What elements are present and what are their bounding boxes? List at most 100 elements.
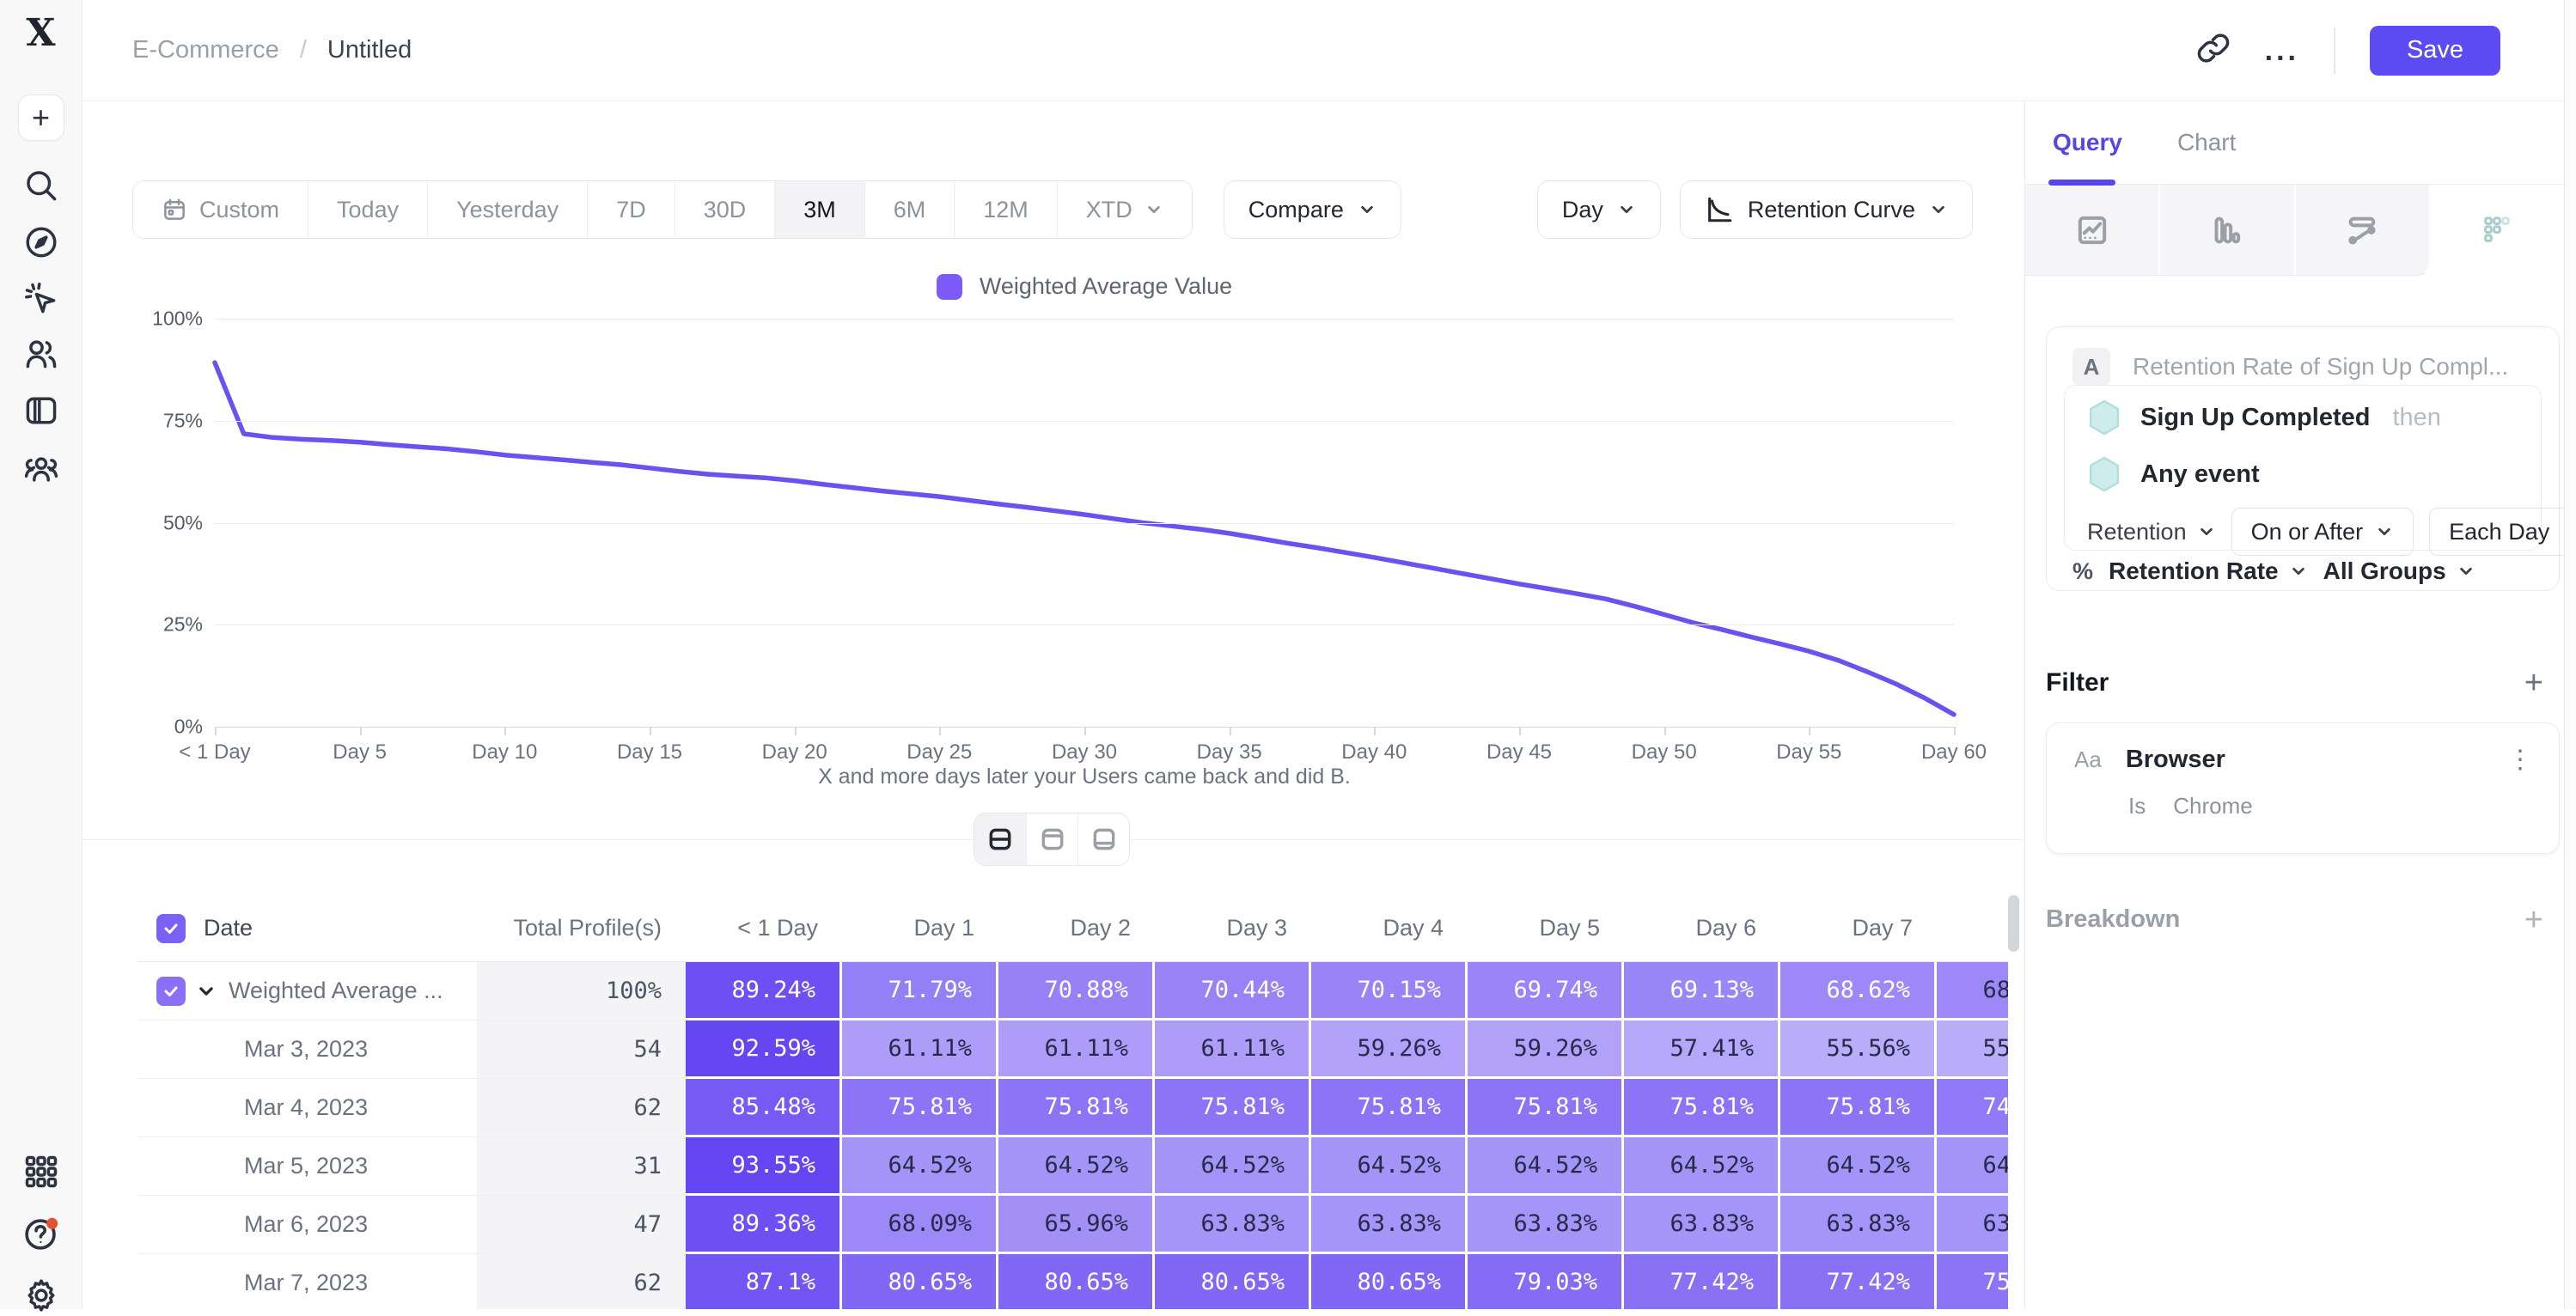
add-breakdown-button[interactable]: + (2524, 907, 2543, 933)
tab-chart[interactable]: Chart (2177, 129, 2236, 156)
retention-grid-icon[interactable] (2431, 185, 2564, 276)
retention-cell[interactable]: 63.83% (1937, 1196, 2008, 1254)
retention-cell[interactable]: 80.65% (998, 1254, 1155, 1309)
table-scrollbar[interactable] (2008, 895, 2019, 952)
filter-property[interactable]: Browser (2126, 746, 2225, 774)
range-custom[interactable]: Custom (133, 181, 308, 238)
filter-operator[interactable]: Is (2128, 793, 2146, 819)
retention-cell[interactable]: 64.52% (842, 1137, 998, 1196)
filter-value[interactable]: Chrome (2173, 793, 2252, 819)
reports-panel-icon[interactable] (21, 390, 62, 431)
timing-dropdown[interactable]: On or After (2231, 508, 2414, 556)
row-checkbox[interactable] (156, 977, 186, 1006)
retention-cell[interactable]: 55.56% (1780, 1021, 1937, 1079)
retention-cell[interactable]: 79.03% (1468, 1254, 1624, 1309)
retention-cell[interactable]: 64.52% (998, 1137, 1155, 1196)
retention-cell[interactable]: 64.52% (1937, 1137, 2008, 1196)
retention-cell[interactable]: 70.15% (1311, 962, 1468, 1021)
query-title[interactable]: Retention Rate of Sign Up Compl... (2133, 353, 2508, 381)
retention-cell[interactable]: 87.1% (686, 1254, 842, 1309)
retention-cell[interactable]: 70.88% (998, 962, 1155, 1021)
retention-cell[interactable]: 64.52% (1780, 1137, 1937, 1196)
breadcrumb-workspace[interactable]: E-Commerce (132, 36, 279, 64)
chart-only-view-button[interactable] (1026, 813, 1077, 865)
split-view-button[interactable] (974, 813, 1026, 865)
retention-cell[interactable]: 68.09% (842, 1196, 998, 1254)
search-icon[interactable] (21, 165, 62, 206)
window-scrollbar[interactable] (2564, 0, 2576, 1309)
select-all-checkbox[interactable] (156, 914, 186, 943)
range-today[interactable]: Today (308, 181, 427, 238)
retention-cell[interactable]: 64.52% (1468, 1137, 1624, 1196)
retention-cell[interactable]: 77.42% (1624, 1254, 1780, 1309)
retention-cell[interactable]: 63.83% (1780, 1196, 1937, 1254)
retention-cell[interactable]: 64.52% (1311, 1137, 1468, 1196)
retention-cell[interactable]: 69.74% (1468, 962, 1624, 1021)
retention-cell[interactable]: 75.81% (1155, 1079, 1311, 1137)
retention-cell[interactable]: 75.81% (1937, 1254, 2008, 1309)
more-menu-icon[interactable]: ... (2265, 42, 2299, 59)
column-header[interactable]: Day 6 (1624, 895, 1780, 962)
retention-cell[interactable]: 61.11% (842, 1021, 998, 1079)
column-header[interactable]: Day 7 (1780, 895, 1937, 962)
breadcrumb-report-name[interactable]: Untitled (327, 36, 412, 64)
retention-mode-dropdown[interactable]: Retention (2087, 519, 2216, 545)
query-step-2[interactable]: Any event (2065, 449, 2541, 499)
table-row[interactable]: Mar 6, 20234789.36%68.09%65.96%63.83%63.… (137, 1196, 2008, 1254)
retention-cell[interactable]: 64.52% (1155, 1137, 1311, 1196)
chart-type-button[interactable]: Retention Curve (1680, 180, 1973, 239)
line-chart-icon[interactable] (2025, 185, 2160, 276)
retention-cell[interactable]: 80.65% (842, 1254, 998, 1309)
retention-cell[interactable]: 63.83% (1468, 1196, 1624, 1254)
retention-cell[interactable]: 74.19% (1937, 1079, 2008, 1137)
column-header[interactable]: Day 5 (1468, 895, 1624, 962)
filter-card[interactable]: Aa Browser ⋮ Is Chrome (2046, 722, 2560, 854)
retention-cell[interactable]: 59.26% (1468, 1021, 1624, 1079)
retention-cell[interactable]: 68.62% (1780, 962, 1937, 1021)
retention-cell[interactable]: 77.42% (1780, 1254, 1937, 1309)
add-filter-button[interactable]: + (2524, 670, 2543, 696)
range-12m[interactable]: 12M (954, 181, 1057, 238)
retention-cell[interactable]: 61.11% (998, 1021, 1155, 1079)
retention-cell[interactable]: 71.79% (842, 962, 998, 1021)
events-click-icon[interactable] (21, 278, 62, 320)
flow-chart-icon[interactable] (2296, 185, 2431, 276)
range-6m[interactable]: 6M (864, 181, 955, 238)
retention-cell[interactable]: 75.81% (1468, 1079, 1624, 1137)
retention-cell[interactable]: 89.24% (686, 962, 842, 1021)
column-header[interactable]: Day 2 (998, 895, 1155, 962)
new-report-button[interactable]: + (18, 94, 64, 141)
retention-cell[interactable]: 80.65% (1311, 1254, 1468, 1309)
range-yesterday[interactable]: Yesterday (427, 181, 587, 238)
query-step-1[interactable]: Sign Up Completed then (2065, 393, 2541, 442)
filter-kebab-menu-icon[interactable]: ⋮ (2507, 754, 2533, 766)
groups-dropdown[interactable]: All Groups (2323, 557, 2475, 585)
range-7d[interactable]: 7D (587, 181, 675, 238)
users-icon[interactable] (21, 333, 62, 375)
retention-cell[interactable]: 75.81% (1311, 1079, 1468, 1137)
retention-cell[interactable]: 69.13% (1624, 962, 1780, 1021)
interval-dropdown[interactable]: Each Day (2429, 508, 2576, 556)
retention-cell[interactable]: 70.44% (1155, 962, 1311, 1021)
granularity-button[interactable]: Day (1537, 180, 1661, 239)
range-30d[interactable]: 30D (675, 181, 775, 238)
retention-cell[interactable]: 64.52% (1624, 1137, 1780, 1196)
retention-cell[interactable]: 55.56% (1937, 1021, 2008, 1079)
table-row[interactable]: Mar 3, 20235492.59%61.11%61.11%61.11%59.… (137, 1021, 2008, 1079)
help-icon[interactable] (21, 1213, 62, 1254)
share-link-icon[interactable] (2196, 31, 2231, 70)
retention-cell[interactable]: 92.59% (686, 1021, 842, 1079)
table-row[interactable]: Mar 5, 20233193.55%64.52%64.52%64.52%64.… (137, 1137, 2008, 1196)
retention-cell[interactable]: 85.48% (686, 1079, 842, 1137)
retention-cell[interactable]: 61.11% (1155, 1021, 1311, 1079)
settings-gear-icon[interactable] (21, 1275, 62, 1316)
explore-compass-icon[interactable] (21, 222, 62, 263)
retention-cell[interactable]: 75.81% (1780, 1079, 1937, 1137)
range-xtd[interactable]: XTD (1057, 181, 1192, 238)
retention-cell[interactable]: 75.81% (1624, 1079, 1780, 1137)
column-header[interactable]: Date (204, 915, 253, 941)
retention-cell[interactable]: 59.26% (1311, 1021, 1468, 1079)
apps-grid-icon[interactable] (21, 1151, 62, 1192)
retention-cell[interactable]: 80.65% (1155, 1254, 1311, 1309)
app-logo-icon[interactable]: X (21, 12, 62, 53)
